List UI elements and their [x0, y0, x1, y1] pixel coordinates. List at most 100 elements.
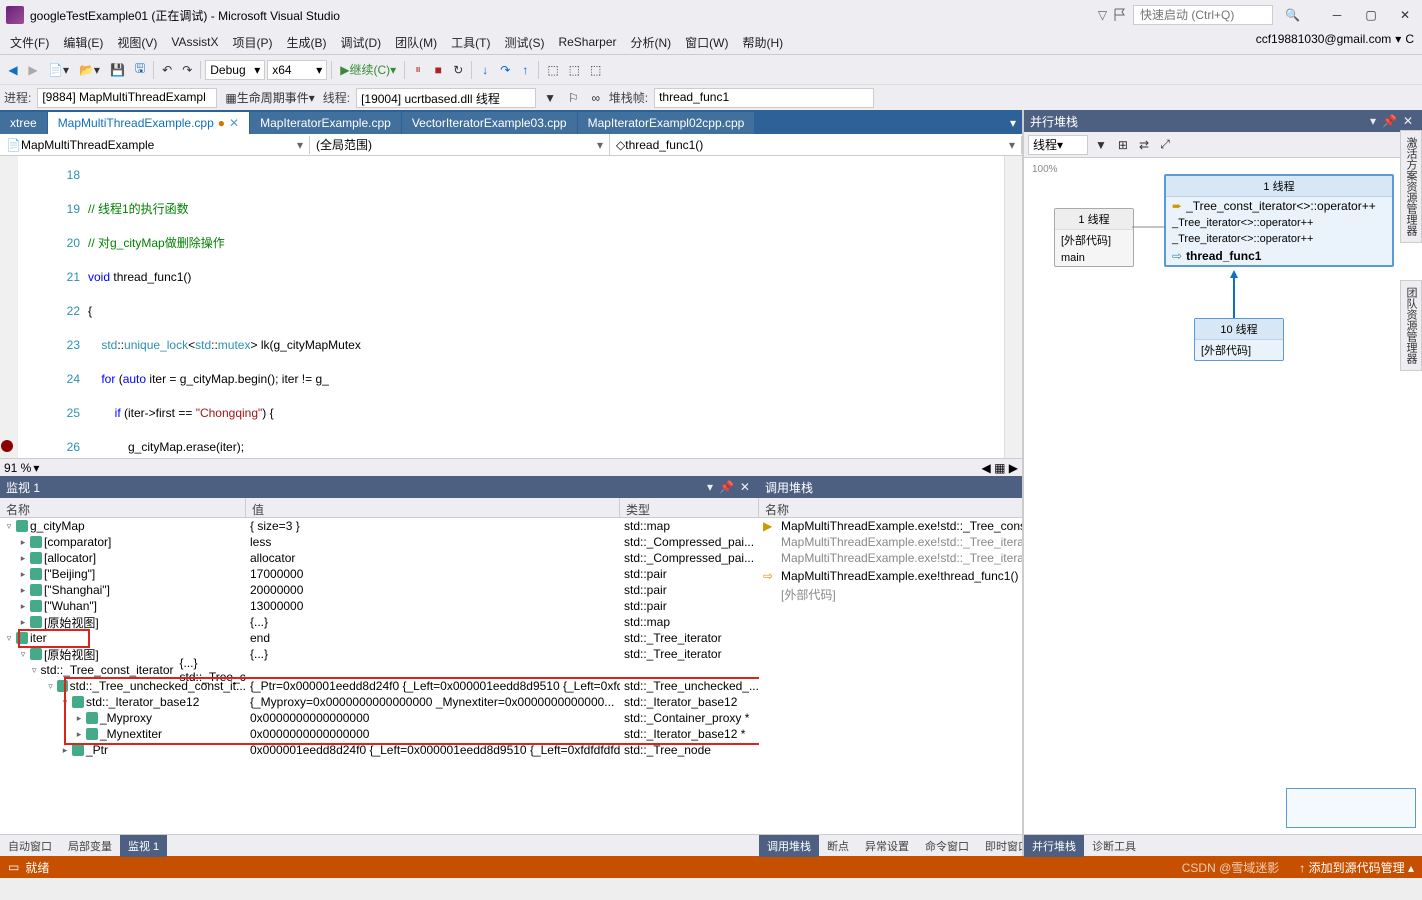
lifecycle-button[interactable]: ▦ 生命周期事件 ▾ — [221, 87, 318, 109]
open-button[interactable]: 📂▾ — [75, 59, 104, 81]
stop-button[interactable]: ■ — [429, 59, 447, 81]
stacks-minimap[interactable] — [1286, 788, 1416, 828]
watch-header-name[interactable]: 名称 — [0, 498, 246, 517]
menu-debug[interactable]: 调试(D) — [334, 31, 387, 54]
save-all-button[interactable]: 🖫 — [131, 59, 149, 81]
step-over-button[interactable]: ↷ — [496, 59, 514, 81]
process-combo[interactable]: [9884] MapMultiThreadExampl — [37, 88, 217, 108]
menu-analyze[interactable]: 分析(N) — [624, 31, 677, 54]
stack-node-thread1[interactable]: 1 线程 ➨_Tree_const_iterator<>::operator++… — [1164, 174, 1394, 267]
breakpoint-icon[interactable] — [1, 440, 13, 452]
menu-window[interactable]: 窗口(W) — [679, 31, 734, 54]
menu-view[interactable]: 视图(V) — [111, 31, 163, 54]
team-explorer-tab[interactable]: 团队资源管理器 — [1400, 280, 1422, 371]
stacks-view-combo[interactable]: 线程 ▾ — [1028, 135, 1088, 155]
tab-autos[interactable]: 自动窗口 — [0, 835, 60, 857]
panel-close-icon[interactable]: ✕ — [1400, 114, 1416, 128]
code-scrollbar[interactable] — [1004, 156, 1022, 458]
new-file-button[interactable]: 📄▾ — [44, 59, 73, 81]
close-button[interactable]: ✕ — [1388, 4, 1422, 26]
breakpoint-margin[interactable] — [0, 156, 18, 458]
toggle-icon[interactable]: ⇄ — [1135, 134, 1153, 156]
user-email[interactable]: ccf19881030@gmail.com — [1256, 32, 1392, 46]
break-button[interactable]: ⏸ — [409, 59, 427, 81]
undo-button[interactable]: ↶ — [158, 59, 176, 81]
tb-extra-2[interactable]: ⬚ — [565, 59, 584, 81]
tab-breakpoints[interactable]: 断点 — [819, 835, 857, 857]
thread-misc-icon[interactable]: ∞ — [587, 87, 605, 109]
callstack-header-name[interactable]: 名称 — [759, 498, 1056, 517]
stack-node-pool[interactable]: 10 线程 [外部代码] — [1194, 318, 1284, 361]
tab-mapmultithread[interactable]: MapMultiThreadExample.cpp ● ✕ — [48, 112, 249, 134]
tab-vectoriterator03[interactable]: VectorIteratorExample03.cpp — [402, 112, 577, 134]
menu-vassistx[interactable]: VAssistX — [165, 32, 224, 52]
watch-grid[interactable]: ▿ g_cityMap{ size=3 }std::map▸ [comparat… — [0, 518, 759, 834]
watch-row[interactable]: ▸ _Ptr0x000001eedd8d24f0 {_Left=0x000001… — [0, 742, 759, 758]
tb-extra-1[interactable]: ⬚ — [543, 59, 562, 81]
watch-header-value[interactable]: 值 — [246, 498, 620, 517]
tab-locals[interactable]: 局部变量 — [60, 835, 120, 857]
menu-project[interactable]: 项目(P) — [226, 31, 278, 54]
watch-row[interactable]: ▸ ["Shanghai"]20000000std::pair — [0, 582, 759, 598]
thread-flag-icon[interactable]: ⚐ — [564, 87, 583, 109]
function-combo[interactable]: ◇ thread_func1()▾ — [610, 136, 1022, 154]
parallel-stacks-title[interactable]: 并行堆栈 ▾ 📌 ✕ — [1024, 110, 1422, 132]
code-editor[interactable]: 181920212223242526 // 线程1的执行函数// 对g_city… — [0, 156, 1022, 458]
source-control-button[interactable]: ↑ 添加到源代码管理 ▴ — [1299, 859, 1414, 876]
tab-watch1[interactable]: 监视 1 — [120, 835, 167, 857]
menu-resharper[interactable]: ReSharper — [552, 32, 622, 52]
maximize-button[interactable]: ▢ — [1354, 4, 1388, 26]
autoscroll-icon[interactable]: ⤢ — [1156, 134, 1174, 156]
tab-parallel-stacks[interactable]: 并行堆栈 — [1024, 835, 1084, 857]
panel-dropdown-icon[interactable]: ▾ — [1367, 114, 1379, 128]
tab-overflow-button[interactable]: ▾ — [1004, 112, 1022, 134]
watch-row[interactable]: ▸ _Mynextiter0x0000000000000000 std::_It… — [0, 726, 759, 742]
menu-file[interactable]: 文件(F) — [4, 31, 55, 54]
tab-command[interactable]: 命令窗口 — [917, 835, 977, 857]
zoom-icon[interactable]: ⊞ — [1114, 134, 1132, 156]
flag-icon[interactable] — [1113, 8, 1127, 22]
filter-icon[interactable]: ▼ — [1091, 134, 1111, 156]
tab-exceptions[interactable]: 异常设置 — [857, 835, 917, 857]
nav-fwd-button[interactable]: ▶ — [24, 59, 42, 81]
watch-row[interactable]: ▸ [allocator]allocatorstd::_Compressed_p… — [0, 550, 759, 566]
user-avatar[interactable]: C — [1405, 32, 1414, 46]
watch-row[interactable]: ▿ iterendstd::_Tree_iterator — [0, 630, 759, 646]
watch-row[interactable]: ▸ ["Wuhan"]13000000std::pair — [0, 598, 759, 614]
watch-row[interactable]: ▿ std::_Tree_const_iterator{...}std::_Tr… — [0, 662, 759, 678]
quick-launch-input[interactable] — [1133, 5, 1273, 25]
menu-tools[interactable]: 工具(T) — [445, 31, 496, 54]
config-combo[interactable]: Debug▾ — [205, 60, 265, 80]
stack-node-main[interactable]: 1 线程 [外部代码] main — [1054, 208, 1134, 267]
panel-close-icon[interactable]: ✕ — [737, 480, 753, 494]
tab-diagnostics[interactable]: 诊断工具 — [1084, 835, 1144, 857]
tab-xtree[interactable]: xtree — [0, 112, 47, 134]
namespace-combo[interactable]: (全局范围)▾ — [310, 134, 610, 155]
watch-row[interactable]: ▿ std::_Tree_unchecked_const_it...{_Ptr=… — [0, 678, 759, 694]
menu-team[interactable]: 团队(M) — [389, 31, 443, 54]
zoom-level[interactable]: 91 % — [4, 461, 31, 475]
menu-build[interactable]: 生成(B) — [280, 31, 332, 54]
step-out-button[interactable]: ↑ — [516, 59, 534, 81]
save-button[interactable]: 💾 — [106, 59, 129, 81]
stackframe-combo[interactable]: thread_func1 — [654, 88, 874, 108]
panel-dropdown-icon[interactable]: ▾ — [704, 480, 716, 494]
parallel-stacks-canvas[interactable]: 100% 1 线程 [外部代码] main 1 线程 ➨_Tree_const_… — [1024, 158, 1422, 834]
user-dropdown-icon[interactable]: ▾ — [1395, 32, 1401, 46]
menu-test[interactable]: 测试(S) — [498, 31, 550, 54]
nav-back-button[interactable]: ◀ — [4, 59, 22, 81]
continue-button[interactable]: ▶ 继续(C) ▾ — [336, 59, 400, 81]
watch-row[interactable]: ▸ _Myproxy0x0000000000000000 std::_Conta… — [0, 710, 759, 726]
tb-extra-3[interactable]: ⬚ — [586, 59, 605, 81]
restart-button[interactable]: ↻ — [449, 59, 467, 81]
watch-row[interactable]: ▸ [comparator]lessstd::_Compressed_pai..… — [0, 534, 759, 550]
watch-row[interactable]: ▸ ["Beijing"]17000000std::pair — [0, 566, 759, 582]
minimize-button[interactable]: ─ — [1320, 4, 1354, 26]
thread-filter-icon[interactable]: ▼ — [540, 87, 560, 109]
pin-icon[interactable]: 📌 — [716, 480, 737, 494]
thread-combo[interactable]: [19004] ucrtbased.dll 线程 — [356, 88, 536, 108]
platform-combo[interactable]: x64▾ — [267, 60, 327, 80]
tab-mapiterator02[interactable]: MapIteratorExampl02cpp.cpp — [578, 112, 755, 134]
notification-icon[interactable]: ▽ — [1098, 8, 1107, 22]
search-icon[interactable]: 🔍 — [1279, 8, 1306, 22]
